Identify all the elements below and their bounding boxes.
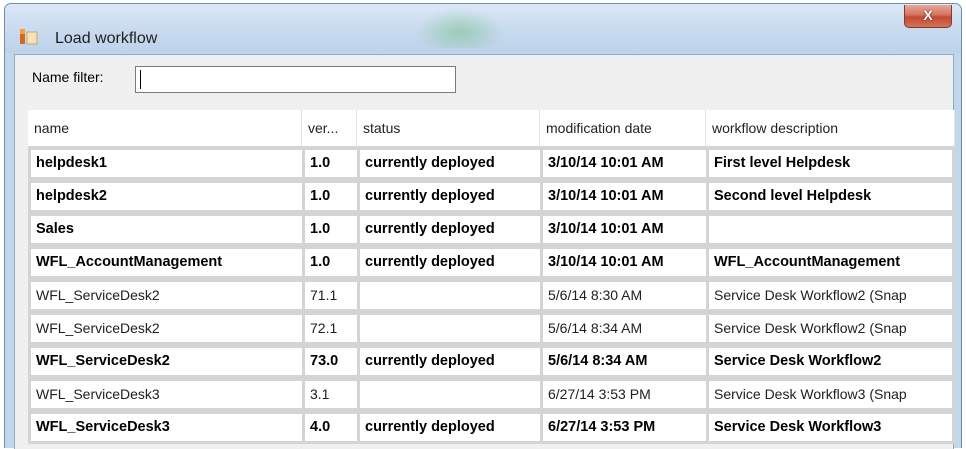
status-cell: currently deployed [357, 147, 540, 180]
status-cell [357, 279, 540, 312]
title-bar-glow [415, 8, 505, 48]
description-cell: Service Desk Workflow2 [706, 345, 955, 378]
title-bar[interactable]: Load workflow X [5, 4, 961, 53]
status-cell: currently deployed [357, 345, 540, 378]
modification-date-cell: 3/10/14 10:01 AM [540, 213, 706, 246]
table-row[interactable]: WFL_AccountManagement 1.0 currently deploy… [28, 246, 955, 279]
description-cell: WFL_AccountManagement [706, 246, 955, 279]
modification-date-cell: 3/10/14 10:01 AM [540, 147, 706, 180]
description-cell [706, 213, 955, 246]
modification-date-cell: 6/27/14 3:53 PM [540, 378, 706, 411]
status-cell: currently deployed [357, 213, 540, 246]
column-header-version[interactable]: ver... [302, 110, 357, 146]
column-header-workflow-description[interactable]: workflow description [706, 110, 955, 146]
load-workflow-dialog: Load workflow X Name filter: name ver...… [4, 3, 962, 449]
table-row[interactable]: WFL_ServiceDesk2 72.1 5/6/14 8:34 AM Servic… [28, 312, 955, 345]
status-cell: currently deployed [357, 180, 540, 213]
version-cell: 1.0 [302, 147, 357, 180]
workflow-table: name ver... status modification date wor… [28, 110, 955, 444]
status-cell [357, 378, 540, 411]
description-cell: Service Desk Workflow3 [706, 411, 955, 444]
status-cell: currently deployed [357, 246, 540, 279]
version-cell: 1.0 [302, 180, 357, 213]
name-cell: Sales [28, 213, 302, 246]
version-cell: 1.0 [302, 213, 357, 246]
description-cell: Service Desk Workflow3 (Snap [706, 378, 955, 411]
modification-date-cell: 5/6/14 8:34 AM [540, 345, 706, 378]
name-cell: helpdesk1 [28, 147, 302, 180]
table-body: helpdesk1 1.0 currently deployed 3/10/14 10… [28, 147, 955, 444]
description-cell: Service Desk Workflow2 (Snap [706, 312, 955, 345]
column-header-name[interactable]: name [28, 110, 302, 146]
table-row[interactable]: helpdesk2 1.0 currently deployed 3/10/14 10… [28, 180, 955, 213]
close-icon: X [923, 7, 933, 23]
status-cell: currently deployed [357, 411, 540, 444]
name-cell: WFL_ServiceDesk2 [28, 279, 302, 312]
name-filter-input[interactable] [135, 66, 456, 93]
version-cell: 71.1 [302, 279, 357, 312]
version-cell: 4.0 [302, 411, 357, 444]
column-header-status[interactable]: status [357, 110, 540, 146]
version-cell: 3.1 [302, 378, 357, 411]
name-cell: helpdesk2 [28, 180, 302, 213]
modification-date-cell: 3/10/14 10:01 AM [540, 246, 706, 279]
table-row[interactable]: helpdesk1 1.0 currently deployed 3/10/14 10… [28, 147, 955, 180]
column-header-modification-date[interactable]: modification date [540, 110, 706, 146]
name-cell: WFL_ServiceDesk2 [28, 345, 302, 378]
modification-date-cell: 5/6/14 8:30 AM [540, 279, 706, 312]
version-cell: 73.0 [302, 345, 357, 378]
table-row[interactable]: WFL_ServiceDesk2 73.0 currently deployed 5/… [28, 345, 955, 378]
table-row[interactable]: WFL_ServiceDesk3 3.1 6/27/14 3:53 PM Servic… [28, 378, 955, 411]
description-cell: Second level Helpdesk [706, 180, 955, 213]
name-cell: WFL_AccountManagement [28, 246, 302, 279]
workflow-app-icon [20, 29, 38, 45]
text-caret [140, 70, 141, 89]
table-row[interactable]: WFL_ServiceDesk2 71.1 5/6/14 8:30 AM Servic… [28, 279, 955, 312]
dialog-body: Name filter: name ver... status modifica… [14, 54, 955, 449]
name-filter-label: Name filter: [32, 69, 104, 85]
description-cell: Service Desk Workflow2 (Snap [706, 279, 955, 312]
modification-date-cell: 6/27/14 3:53 PM [540, 411, 706, 444]
window-title: Load workflow [55, 30, 158, 47]
table-row[interactable]: Sales 1.0 currently deployed 3/10/14 10:01 … [28, 213, 955, 246]
table-header: name ver... status modification date wor… [28, 110, 955, 147]
description-cell: First level Helpdesk [706, 147, 955, 180]
version-cell: 72.1 [302, 312, 357, 345]
modification-date-cell: 5/6/14 8:34 AM [540, 312, 706, 345]
close-button[interactable]: X [904, 5, 952, 28]
name-cell: WFL_ServiceDesk2 [28, 312, 302, 345]
modification-date-cell: 3/10/14 10:01 AM [540, 180, 706, 213]
table-row[interactable]: WFL_ServiceDesk3 4.0 currently deployed 6/2… [28, 411, 955, 444]
status-cell [357, 312, 540, 345]
version-cell: 1.0 [302, 246, 357, 279]
name-cell: WFL_ServiceDesk3 [28, 411, 302, 444]
name-cell: WFL_ServiceDesk3 [28, 378, 302, 411]
